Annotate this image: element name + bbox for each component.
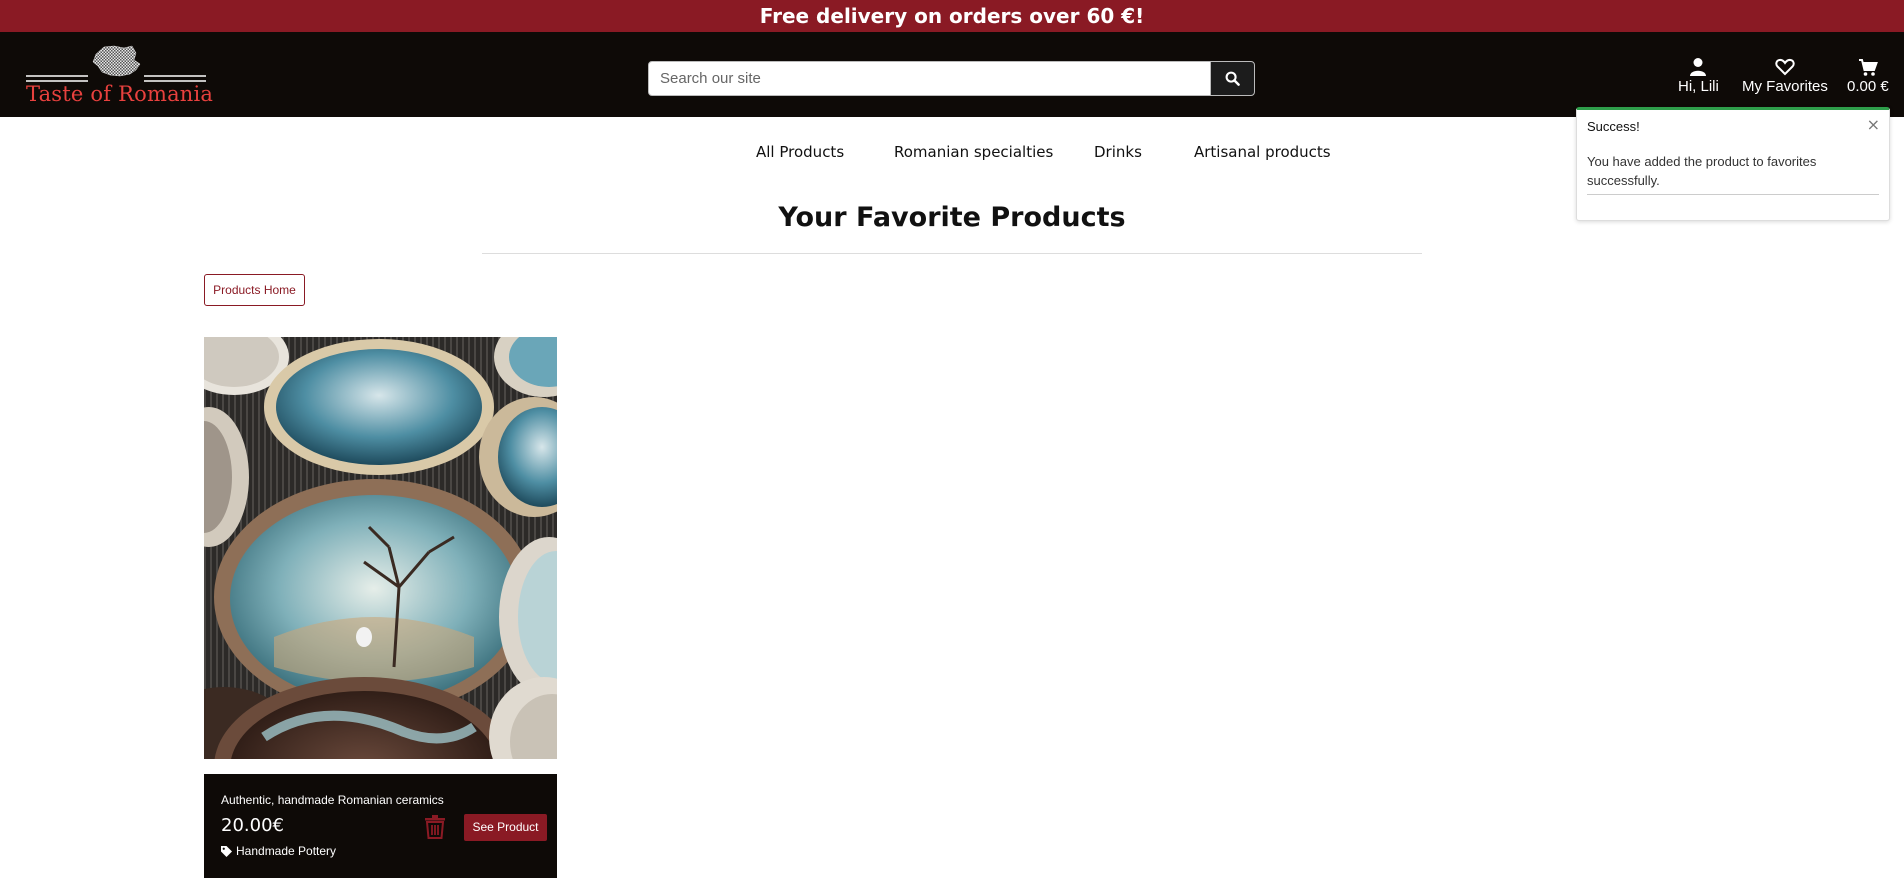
site-header: Taste of Romania Hi, Lili My Favorites bbox=[0, 32, 1904, 117]
see-product-button[interactable]: See Product bbox=[464, 814, 547, 841]
ceramic-bowls-image bbox=[204, 337, 557, 759]
nav-item-romanian-specialties[interactable]: Romanian specialties bbox=[894, 143, 1053, 161]
account-label: Hi, Lili bbox=[1678, 78, 1719, 95]
promo-text: Free delivery on orders over 60 €! bbox=[759, 4, 1145, 28]
favorites-label: My Favorites bbox=[1742, 78, 1828, 95]
close-icon[interactable]: × bbox=[1867, 115, 1880, 134]
toast-title: Success! bbox=[1587, 119, 1640, 134]
nav-item-artisanal-products[interactable]: Artisanal products bbox=[1194, 143, 1331, 161]
site-logo[interactable]: Taste of Romania bbox=[26, 44, 214, 108]
search-button[interactable] bbox=[1210, 61, 1255, 96]
product-card: Authentic, handmade Romanian ceramics 20… bbox=[204, 774, 557, 878]
product-name: Authentic, handmade Romanian ceramics bbox=[221, 793, 444, 807]
search-icon bbox=[1225, 71, 1240, 86]
logo-text: Taste of Romania bbox=[26, 82, 214, 106]
products-home-button[interactable]: Products Home bbox=[204, 274, 305, 306]
product-image[interactable] bbox=[204, 337, 557, 759]
toast-divider bbox=[1587, 194, 1879, 195]
product-price: 20.00€ bbox=[221, 815, 284, 836]
product-category[interactable]: Handmade Pottery bbox=[221, 844, 336, 858]
title-divider bbox=[482, 253, 1422, 254]
cart-link[interactable]: 0.00 € bbox=[1847, 56, 1889, 95]
product-category-label: Handmade Pottery bbox=[236, 844, 337, 858]
success-toast: Success! × You have added the product to… bbox=[1576, 107, 1890, 221]
search-bar bbox=[648, 61, 1255, 96]
account-link[interactable]: Hi, Lili bbox=[1678, 56, 1719, 95]
tag-icon bbox=[221, 845, 232, 857]
nav-item-drinks[interactable]: Drinks bbox=[1094, 143, 1142, 161]
cart-icon bbox=[1858, 59, 1878, 76]
trash-icon[interactable] bbox=[425, 815, 445, 839]
search-input[interactable] bbox=[648, 61, 1211, 96]
promo-banner: Free delivery on orders over 60 €! bbox=[0, 0, 1904, 32]
toast-message: You have added the product to favorites … bbox=[1587, 154, 1817, 188]
romania-map-icon bbox=[92, 45, 141, 77]
heart-icon bbox=[1775, 58, 1795, 76]
nav-item-all-products[interactable]: All Products bbox=[756, 143, 844, 161]
user-icon bbox=[1690, 58, 1707, 76]
favorites-link[interactable]: My Favorites bbox=[1742, 56, 1828, 95]
cart-total: 0.00 € bbox=[1847, 78, 1889, 95]
